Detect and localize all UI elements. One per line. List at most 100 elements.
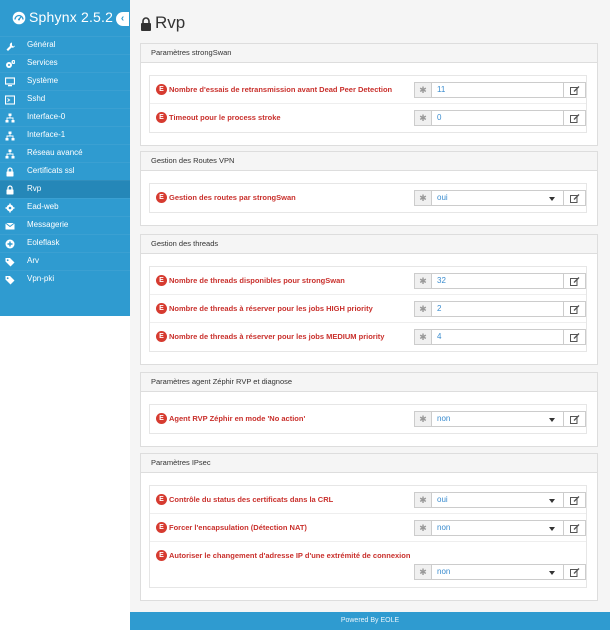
field-label: Nombre de threads à réserver pour les jo… bbox=[169, 332, 385, 341]
asterisk-icon: ✱ bbox=[415, 191, 432, 205]
sidebar-item-ead-web[interactable]: Ead-web bbox=[0, 198, 130, 216]
sitemap-icon bbox=[5, 131, 15, 141]
asterisk-icon: ✱ bbox=[415, 302, 432, 316]
footer: Powered By EOLE bbox=[130, 612, 610, 630]
value-input[interactable]: ✱ 32 bbox=[414, 273, 564, 289]
edit-button[interactable] bbox=[564, 82, 586, 98]
edit-button[interactable] bbox=[564, 411, 586, 427]
section-panel: Paramètres strongSwan E Nombre d'essais de… bbox=[140, 43, 598, 146]
edit-icon bbox=[570, 496, 580, 505]
edit-button[interactable] bbox=[564, 273, 586, 289]
sidebar-item-services[interactable]: Services bbox=[0, 54, 130, 72]
field-row: E Nombre de threads disponibles pour stro… bbox=[150, 267, 586, 295]
section-panel: Gestion des threads E Nombre de threads di… bbox=[140, 234, 598, 365]
error-icon: E bbox=[156, 413, 167, 424]
section-title: Paramètres strongSwan bbox=[141, 44, 597, 63]
field-label: Gestion des routes par strongSwan bbox=[169, 193, 296, 202]
field-value: 32 bbox=[437, 276, 446, 285]
field-value: oui bbox=[437, 193, 448, 202]
sidebar-item-messagerie[interactable]: Messagerie bbox=[0, 216, 130, 234]
section-body: E Nombre d'essais de retransmission avant… bbox=[141, 63, 597, 145]
section-panel: Paramètres IPsec E Contrôle du status des … bbox=[140, 453, 598, 601]
field-row: E Gestion des routes par strongSwan ✱ oui bbox=[150, 184, 586, 212]
sidebar-item-rvp[interactable]: Rvp bbox=[0, 180, 130, 198]
sidebar-item-interface-0[interactable]: Interface-0 bbox=[0, 108, 130, 126]
page-title: Rvp bbox=[155, 13, 186, 32]
value-input[interactable]: ✱ 4 bbox=[414, 329, 564, 345]
error-icon: E bbox=[156, 331, 167, 342]
desktop-icon bbox=[5, 77, 15, 87]
field-group: E Nombre d'essais de retransmission avant… bbox=[149, 75, 587, 133]
value-input[interactable]: ✱ 2 bbox=[414, 301, 564, 317]
value-select[interactable]: ✱ oui bbox=[414, 190, 564, 206]
sidebar-item-certificats-ssl[interactable]: Certificats ssl bbox=[0, 162, 130, 180]
edit-button[interactable] bbox=[564, 190, 586, 206]
asterisk-icon: ✱ bbox=[415, 111, 432, 125]
asterisk-icon: ✱ bbox=[415, 83, 432, 97]
sidebar-item-r-seau-avanc-[interactable]: Réseau avancé bbox=[0, 144, 130, 162]
lock-icon bbox=[6, 167, 14, 177]
collapse-sidebar-button[interactable]: ‹ bbox=[116, 12, 129, 26]
edit-button[interactable] bbox=[564, 520, 586, 536]
caret-down-icon bbox=[549, 418, 555, 422]
field-value: 0 bbox=[437, 113, 442, 122]
sidebar: Sphynx 2.5.2 ‹ Général Services Système Ssh… bbox=[0, 0, 130, 630]
field-row: E Contrôle du status des certificats dans… bbox=[150, 486, 586, 514]
edit-button[interactable] bbox=[564, 564, 586, 580]
asterisk-icon: ✱ bbox=[415, 565, 432, 579]
sidebar-item-label: Certificats ssl bbox=[27, 166, 75, 175]
wrench-icon bbox=[6, 42, 15, 51]
edit-button[interactable] bbox=[564, 110, 586, 126]
sidebar-item-eoleflask[interactable]: Eoleflask bbox=[0, 234, 130, 252]
error-icon: E bbox=[156, 84, 167, 95]
field-row: E Timeout pour le process stroke ✱ 0 bbox=[150, 104, 586, 132]
caret-down-icon bbox=[549, 527, 555, 531]
field-row: E Forcer l'encapsulation (Détection NAT) ✱… bbox=[150, 514, 586, 542]
section-body: E Contrôle du status des certificats dans… bbox=[141, 473, 597, 600]
value-select[interactable]: ✱ non bbox=[414, 564, 564, 580]
dashboard-icon bbox=[12, 11, 26, 25]
field-value: oui bbox=[437, 495, 448, 504]
error-icon: E bbox=[156, 112, 167, 123]
asterisk-icon: ✱ bbox=[415, 330, 432, 344]
asterisk-icon: ✱ bbox=[415, 493, 432, 507]
sidebar-item-arv[interactable]: Arv bbox=[0, 252, 130, 270]
sidebar-item-vpn-pki[interactable]: Vpn-pki bbox=[0, 270, 130, 288]
field-label: Timeout pour le process stroke bbox=[169, 113, 281, 122]
section-panel: Gestion des Routes VPN E Gestion des route… bbox=[140, 151, 598, 226]
field-value: 4 bbox=[437, 332, 442, 341]
sidebar-item-interface-1[interactable]: Interface-1 bbox=[0, 126, 130, 144]
sidebar-item-label: Messagerie bbox=[27, 220, 69, 229]
edit-icon bbox=[570, 568, 580, 577]
field-label: Nombre d'essais de retransmission avant … bbox=[169, 85, 393, 94]
value-select[interactable]: ✱ oui bbox=[414, 492, 564, 508]
sidebar-item-sshd[interactable]: Sshd bbox=[0, 90, 130, 108]
terminal-icon bbox=[5, 95, 15, 105]
field-label: Contrôle du status des certificats dans … bbox=[169, 495, 334, 504]
main-content: Rvp Paramètres strongSwan E Nombre d'essai… bbox=[130, 0, 610, 612]
edit-icon bbox=[570, 524, 580, 533]
edit-button[interactable] bbox=[564, 329, 586, 345]
field-row: E Nombre d'essais de retransmission avant… bbox=[150, 76, 586, 104]
sidebar-item-g-n-ral[interactable]: Général bbox=[0, 36, 130, 54]
section-title: Paramètres agent Zéphir RVP et diagnose bbox=[141, 373, 597, 392]
section-body: E Agent RVP Zéphir en mode 'No action' ✱ no… bbox=[141, 392, 597, 446]
value-input[interactable]: ✱ 0 bbox=[414, 110, 564, 126]
sidebar-item-syst-me[interactable]: Système bbox=[0, 72, 130, 90]
value-input[interactable]: ✱ 11 bbox=[414, 82, 564, 98]
error-icon: E bbox=[156, 522, 167, 533]
caret-down-icon bbox=[549, 571, 555, 575]
field-value: non bbox=[437, 414, 451, 423]
edit-button[interactable] bbox=[564, 492, 586, 508]
value-select[interactable]: ✱ non bbox=[414, 520, 564, 536]
edit-button[interactable] bbox=[564, 301, 586, 317]
sitemap-icon bbox=[5, 113, 15, 123]
lock-icon bbox=[141, 17, 151, 31]
section-title: Paramètres IPsec bbox=[141, 454, 597, 473]
app-title[interactable]: Sphynx 2.5.2 bbox=[29, 9, 113, 25]
error-icon: E bbox=[156, 275, 167, 286]
value-select[interactable]: ✱ non bbox=[414, 411, 564, 427]
sidebar-nav: Général Services Système Sshd Interface-0 Int… bbox=[0, 36, 130, 288]
edit-icon bbox=[570, 305, 580, 314]
field-group: E Agent RVP Zéphir en mode 'No action' ✱ no… bbox=[149, 404, 587, 434]
